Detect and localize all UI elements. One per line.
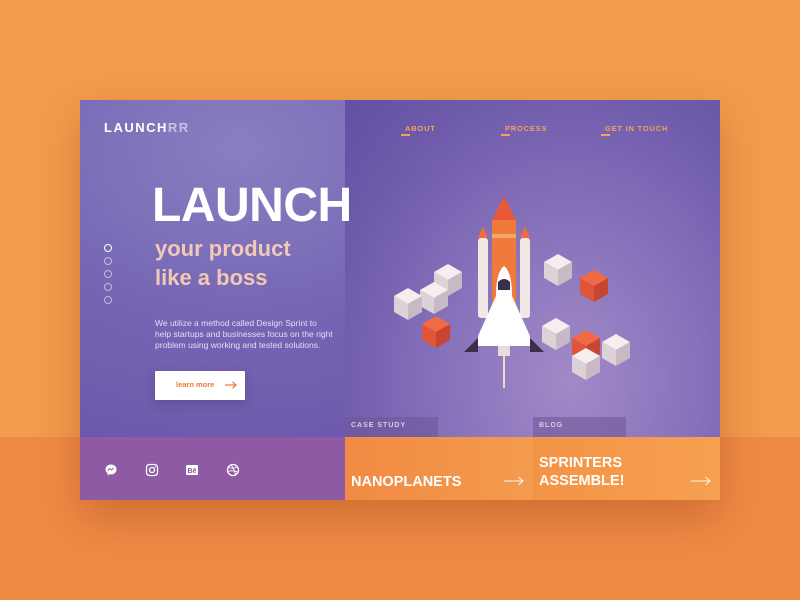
blog-title: SPRINTERS ASSEMBLE! — [539, 454, 624, 490]
blog-tile[interactable]: SPRINTERS ASSEMBLE! — [533, 437, 720, 500]
blog-tag: BLOG — [533, 417, 626, 437]
hero-subtitle-line-1: your product — [155, 236, 291, 261]
case-study-tag-label: CASE STUDY — [351, 422, 407, 429]
hero-subtitle-line-2: like a boss — [155, 265, 268, 290]
case-study-tile[interactable]: NANOPLANETS — [345, 437, 533, 500]
nav-process-link[interactable]: PROCESS — [500, 124, 547, 136]
case-study-tag: CASE STUDY — [345, 417, 438, 437]
hero-subtitle: your product like a boss — [155, 234, 355, 292]
instagram-icon[interactable] — [145, 463, 159, 477]
behance-icon[interactable]: Bē — [185, 463, 199, 477]
learn-more-label: learn more — [176, 380, 215, 389]
case-study-title: NANOPLANETS — [351, 474, 462, 490]
blog-title-line-1: SPRINTERS — [539, 455, 622, 471]
arrow-right-icon — [691, 476, 711, 486]
nav-contact-link[interactable]: GET IN TOUCH — [600, 124, 668, 136]
slider-dot-2[interactable] — [104, 257, 112, 265]
slider-pagination — [104, 244, 112, 309]
hero-description: We utilize a method called Design Sprint… — [155, 318, 333, 350]
arrow-right-icon — [225, 381, 237, 389]
slider-dot-4[interactable] — [104, 283, 112, 291]
top-nav: ABOUT PROCESS GET IN TOUCH — [80, 124, 720, 140]
messenger-icon[interactable] — [104, 463, 118, 477]
blog-tag-label: BLOG — [539, 422, 564, 429]
blog-title-line-2: ASSEMBLE! — [539, 473, 625, 489]
slider-dot-1[interactable] — [104, 244, 112, 252]
dribbble-icon[interactable] — [226, 463, 240, 477]
hero-title: LAUNCH — [152, 179, 352, 232]
arrow-right-icon — [504, 476, 524, 486]
slider-dot-5[interactable] — [104, 296, 112, 304]
learn-more-button[interactable]: learn more — [155, 371, 245, 400]
slider-dot-3[interactable] — [104, 270, 112, 278]
social-footer: Bē — [80, 437, 345, 500]
svg-text:Bē: Bē — [188, 468, 197, 475]
space-shuttle-illustration — [394, 196, 630, 388]
landing-card: LAUNCHRR ABOUT PROCESS GET IN TOUCH LAUN… — [80, 100, 720, 500]
nav-about-link[interactable]: ABOUT — [401, 124, 436, 136]
